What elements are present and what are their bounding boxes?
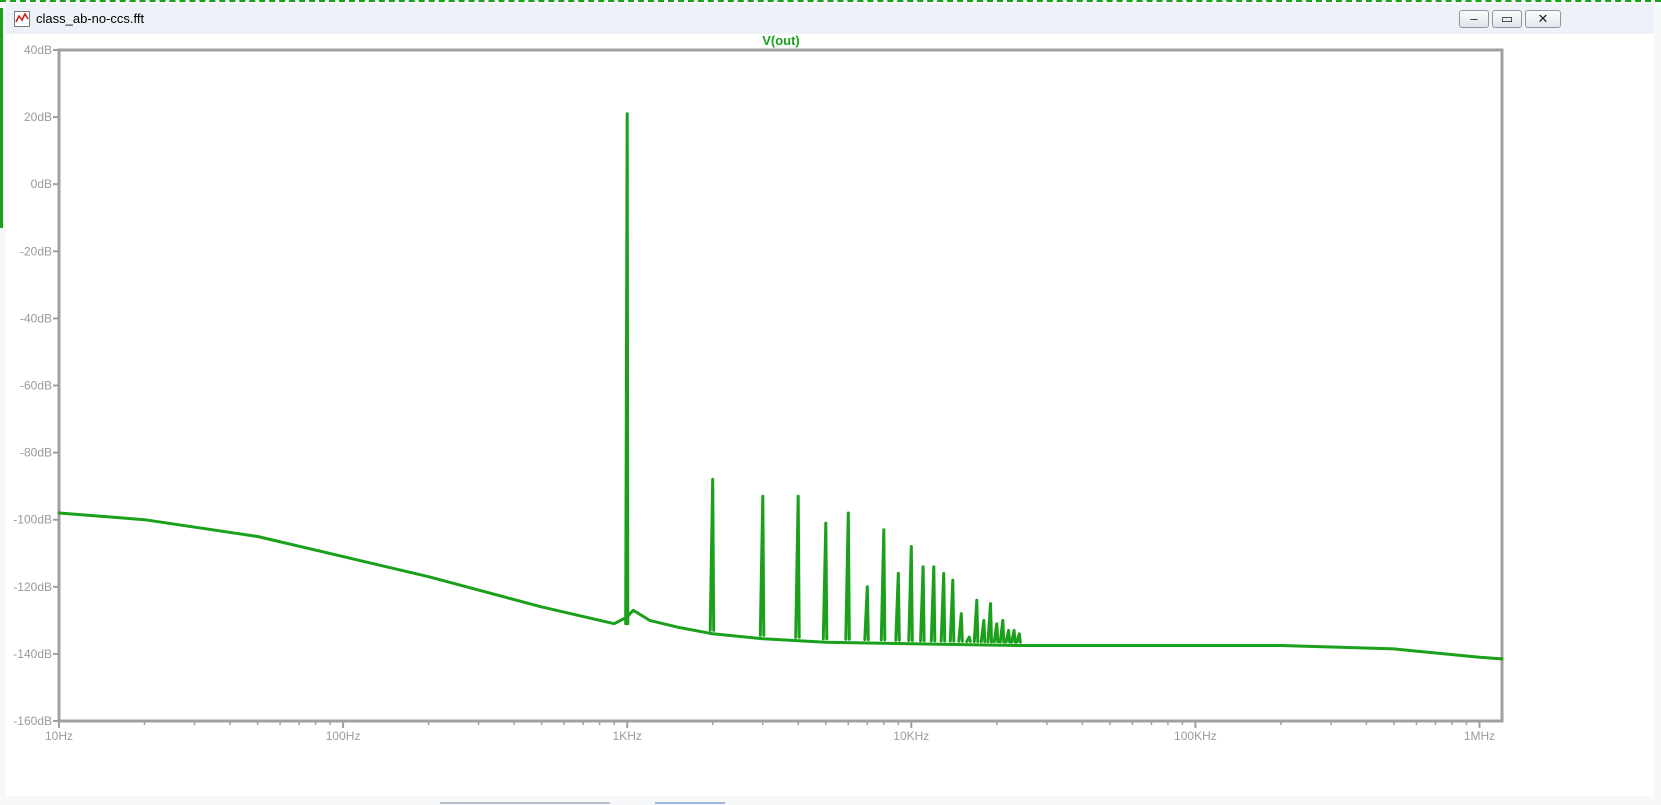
background-window-edge bbox=[0, 8, 3, 228]
x-tick-label: 10KHz bbox=[893, 729, 929, 743]
x-tick-label: 10Hz bbox=[45, 729, 73, 743]
y-tick-label: -100dB bbox=[13, 513, 52, 527]
minimize-button[interactable]: – bbox=[1459, 10, 1489, 28]
harmonic-peak bbox=[907, 545, 914, 642]
window-title: class_ab-no-ccs.fft bbox=[36, 11, 145, 26]
x-tick-label: 1KHz bbox=[613, 729, 642, 743]
close-button[interactable]: ✕ bbox=[1525, 10, 1561, 28]
y-tick-label: -60dB bbox=[20, 379, 52, 393]
trace-group bbox=[57, 112, 1504, 661]
y-tick-label: -20dB bbox=[20, 244, 52, 258]
x-tick-label: 1MHz bbox=[1464, 729, 1495, 743]
noise-floor-trace bbox=[57, 511, 629, 626]
harmonic-peak bbox=[979, 618, 987, 644]
y-tick-label: -160dB bbox=[13, 714, 52, 728]
harmonic-peak bbox=[929, 565, 937, 643]
harmonic-peak bbox=[1010, 628, 1017, 644]
background-window-scraps bbox=[440, 796, 840, 805]
harmonic-peak bbox=[758, 494, 766, 637]
harmonic-peak bbox=[821, 521, 829, 641]
harmonic-peak bbox=[894, 571, 901, 642]
window-titlebar[interactable]: class_ab-no-ccs.fft – ▭ ✕ bbox=[6, 4, 1654, 35]
harmonic-peak bbox=[972, 598, 980, 643]
plot-pane[interactable]: V(out) 40dB 20dB 0dB -20dB -40dB -60dB -80dB -1… bbox=[6, 34, 1654, 796]
y-tick-label: -40dB bbox=[20, 311, 52, 325]
harmonic-peak bbox=[1015, 632, 1022, 644]
y-tick-label: -80dB bbox=[20, 446, 52, 460]
y-axis: 40dB 20dB 0dB -20dB -40dB -60dB -80dB -100dB -12… bbox=[13, 43, 59, 728]
y-tick-label: 40dB bbox=[24, 43, 52, 57]
harmonic-peak bbox=[708, 477, 716, 632]
y-tick-label: 0dB bbox=[31, 177, 52, 191]
fft-chart: V(out) 40dB 20dB 0dB -20dB -40dB -60dB -80dB -1… bbox=[13, 34, 1504, 743]
x-axis: 10Hz 100Hz 1KHz 10KHz 100KHz 1MHz bbox=[45, 721, 1495, 743]
harmonic-peak bbox=[1004, 628, 1012, 644]
harmonic-peak bbox=[844, 511, 851, 641]
y-tick-label: -140dB bbox=[13, 647, 52, 661]
harmonic-peak bbox=[957, 612, 964, 643]
harmonic-peak bbox=[794, 494, 801, 639]
x-tick-label: 100Hz bbox=[326, 729, 361, 743]
plot-frame bbox=[57, 48, 1504, 723]
harmonic-peak bbox=[998, 618, 1006, 644]
x-tick-label: 100KHz bbox=[1174, 729, 1217, 743]
harmonic-peak bbox=[986, 602, 993, 644]
y-tick-label: 20dB bbox=[24, 110, 52, 124]
restore-button[interactable]: ▭ bbox=[1492, 10, 1522, 28]
waveform-plot-icon bbox=[14, 11, 30, 27]
fundamental-peak bbox=[624, 112, 630, 626]
harmonic-peak bbox=[965, 635, 972, 643]
harmonic-peak bbox=[948, 578, 956, 643]
harmonic-peak bbox=[992, 622, 1000, 644]
y-tick-label: -120dB bbox=[13, 580, 52, 594]
harmonic-peak bbox=[919, 565, 926, 643]
harmonic-peak bbox=[879, 528, 887, 642]
floor-trace bbox=[625, 608, 1504, 661]
harmonic-peak bbox=[939, 571, 947, 643]
trace-label[interactable]: V(out) bbox=[762, 34, 800, 48]
harmonic-peak bbox=[863, 585, 870, 642]
